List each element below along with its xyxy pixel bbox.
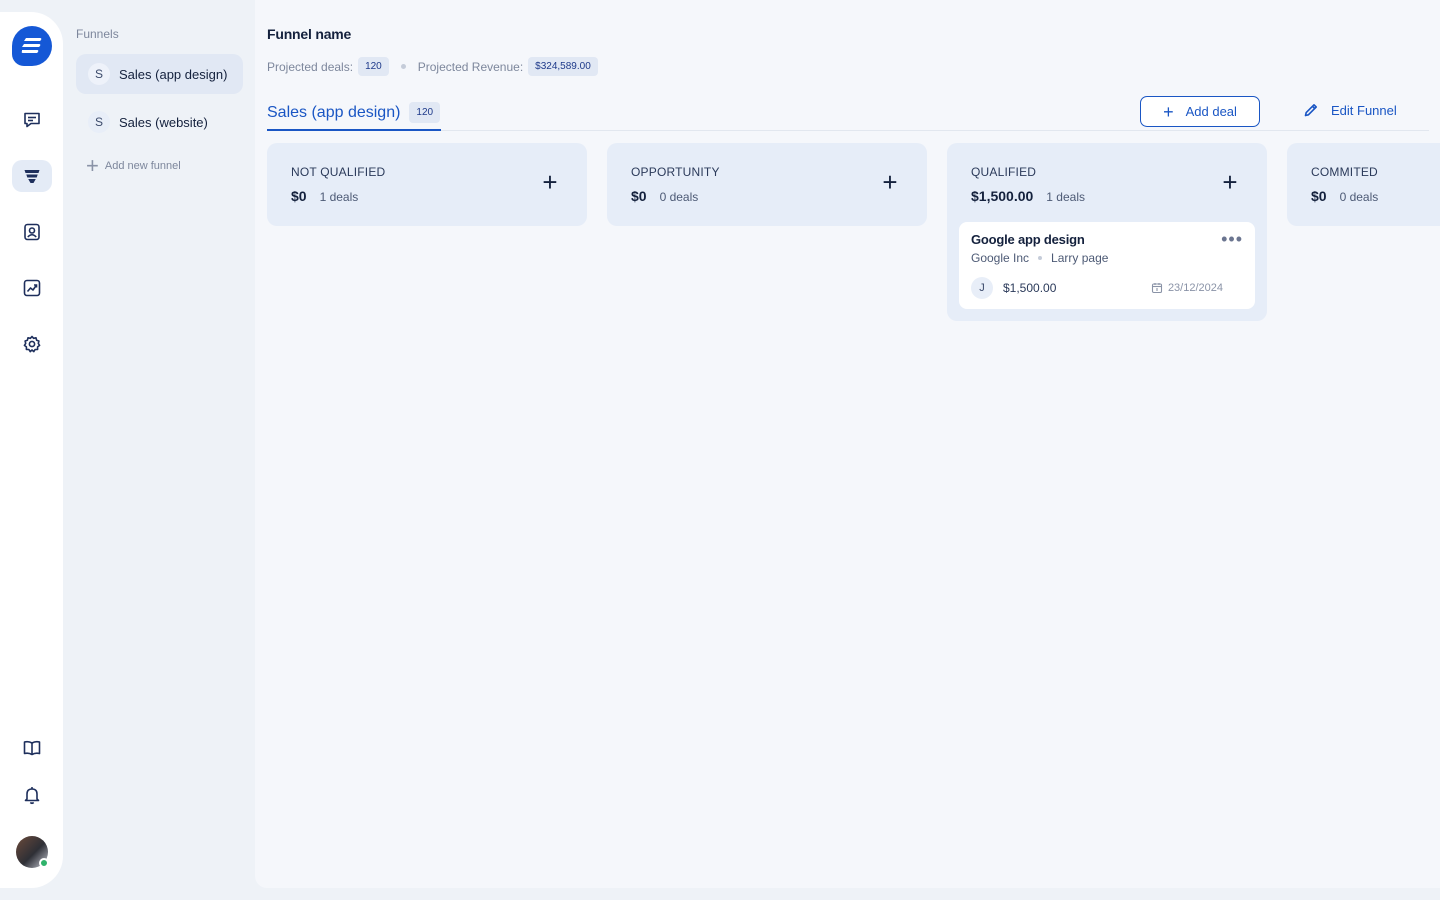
stage-amount: $1,500.00 xyxy=(971,188,1034,204)
stage-name: QUALIFIED xyxy=(971,165,1037,179)
projected-deals-badge: 120 xyxy=(358,57,389,76)
funnel-initial-badge: S xyxy=(88,111,110,133)
sidebar-item-sales-app-design[interactable]: S Sales (app design) xyxy=(76,54,243,94)
book-icon xyxy=(23,740,41,756)
deal-value: $1,500.00 xyxy=(1003,281,1057,295)
bell-icon xyxy=(24,787,40,805)
deal-card[interactable]: Google app design Google Inc Larry page … xyxy=(959,222,1255,309)
deal-owner-avatar: J xyxy=(971,277,993,299)
tab-count-badge: 120 xyxy=(409,102,441,123)
pencil-icon xyxy=(1304,104,1317,117)
deal-date: 23/12/2024 xyxy=(1151,282,1223,294)
separator-dot xyxy=(400,64,406,69)
deal-subtitle: Google Inc Larry page xyxy=(971,251,1243,265)
notifications-nav-button[interactable] xyxy=(12,779,52,811)
projected-revenue-badge: $324,589.00 xyxy=(528,57,598,76)
projected-revenue-label: Projected Revenue: xyxy=(417,59,524,74)
stage-amount: $0 xyxy=(1311,188,1327,204)
stage-column-commited: COMMITED $0 0 deals xyxy=(1287,143,1440,226)
stage-column-opportunity: OPPORTUNITY $0 0 deals + xyxy=(607,143,927,226)
stage-amount: $0 xyxy=(631,188,647,204)
stage-deal-count: 1 deals xyxy=(1046,190,1085,204)
stage-meta: $0 1 deals xyxy=(291,188,563,204)
stage-meta: $0 0 deals xyxy=(631,188,903,204)
page-title: Funnel name xyxy=(267,26,352,42)
deal-company: Google Inc xyxy=(971,251,1030,265)
gear-icon xyxy=(23,335,41,353)
add-to-stage-button[interactable]: + xyxy=(879,169,901,195)
sidebar-title: Funnels xyxy=(76,27,119,41)
add-new-funnel-button[interactable]: + Add new funnel xyxy=(86,153,181,178)
more-options-icon[interactable]: ••• xyxy=(1221,230,1243,248)
add-deal-label: Add deal xyxy=(1185,104,1237,119)
stage-header: OPPORTUNITY $0 0 deals + xyxy=(607,143,927,226)
sidebar-item-sales-website[interactable]: S Sales (website) xyxy=(76,102,243,142)
stage-meta: $1,500.00 1 deals xyxy=(971,188,1243,204)
stage-header: QUALIFIED $1,500.00 1 deals + xyxy=(947,143,1267,226)
funnels-nav-button[interactable] xyxy=(12,160,52,192)
stage-column-qualified: QUALIFIED $1,500.00 1 deals + Google app… xyxy=(947,143,1267,321)
edit-funnel-button[interactable]: Edit Funnel xyxy=(1303,102,1397,118)
stage-deal-count: 0 deals xyxy=(1339,190,1379,204)
stage-header: COMMITED $0 0 deals xyxy=(1287,143,1440,226)
plus-icon: + xyxy=(86,153,99,178)
add-funnel-label: Add new funnel xyxy=(104,160,181,172)
analytics-nav-button[interactable] xyxy=(12,272,52,304)
docs-nav-button[interactable] xyxy=(12,732,52,764)
tab-sales-app-design[interactable]: Sales (app design) 120 xyxy=(267,96,442,131)
stage-meta: $0 0 deals xyxy=(1311,188,1440,204)
contact-card-icon xyxy=(24,223,40,241)
contacts-nav-button[interactable] xyxy=(12,216,52,248)
deal-date-text: 23/12/2024 xyxy=(1167,282,1223,294)
projected-deals-label: Projected deals: xyxy=(267,59,354,74)
stage-header: NOT QUALIFIED $0 1 deals + xyxy=(267,143,587,226)
calendar-icon xyxy=(1151,283,1162,294)
stage-name: NOT QUALIFIED xyxy=(291,165,386,179)
tab-label: Sales (app design) xyxy=(267,103,401,121)
funnel-stats: Projected deals: 120 Projected Revenue: … xyxy=(267,57,598,76)
stage-name: COMMITED xyxy=(1311,165,1378,179)
separator-dot xyxy=(1038,256,1043,260)
brand-logo-icon[interactable] xyxy=(12,26,52,66)
edit-funnel-label: Edit Funnel xyxy=(1331,102,1397,118)
online-status-dot xyxy=(39,858,49,868)
plus-icon: + xyxy=(1163,101,1174,122)
chart-icon xyxy=(23,279,41,297)
stage-name: OPPORTUNITY xyxy=(631,165,720,179)
funnel-icon xyxy=(24,170,40,183)
funnels-sidebar: Funnels S Sales (app design) S Sales (we… xyxy=(63,0,255,900)
deal-footer: J $1,500.00 23/12/2024 xyxy=(971,277,1223,299)
stage-deal-count: 1 deals xyxy=(319,190,359,204)
deal-contact: Larry page xyxy=(1051,251,1109,265)
settings-nav-button[interactable] xyxy=(12,328,52,360)
funnel-initial-badge: S xyxy=(88,63,110,85)
stage-column-not-qualified: NOT QUALIFIED $0 1 deals + xyxy=(267,143,587,226)
add-to-stage-button[interactable]: + xyxy=(1219,169,1241,195)
stage-amount: $0 xyxy=(291,188,307,204)
stage-deal-count: 0 deals xyxy=(659,190,699,204)
add-deal-button[interactable]: + Add deal xyxy=(1140,96,1260,127)
main-content: Funnel name Projected deals: 120 Project… xyxy=(255,0,1440,888)
app-rail xyxy=(0,12,63,888)
sidebar-item-label: Sales (website) xyxy=(119,114,208,130)
add-to-stage-button[interactable]: + xyxy=(539,169,561,195)
sidebar-item-label: Sales (app design) xyxy=(119,66,228,82)
chat-icon xyxy=(24,112,40,128)
deal-title: Google app design xyxy=(971,232,1085,247)
messages-nav-button[interactable] xyxy=(12,104,52,136)
user-avatar[interactable] xyxy=(16,836,49,868)
